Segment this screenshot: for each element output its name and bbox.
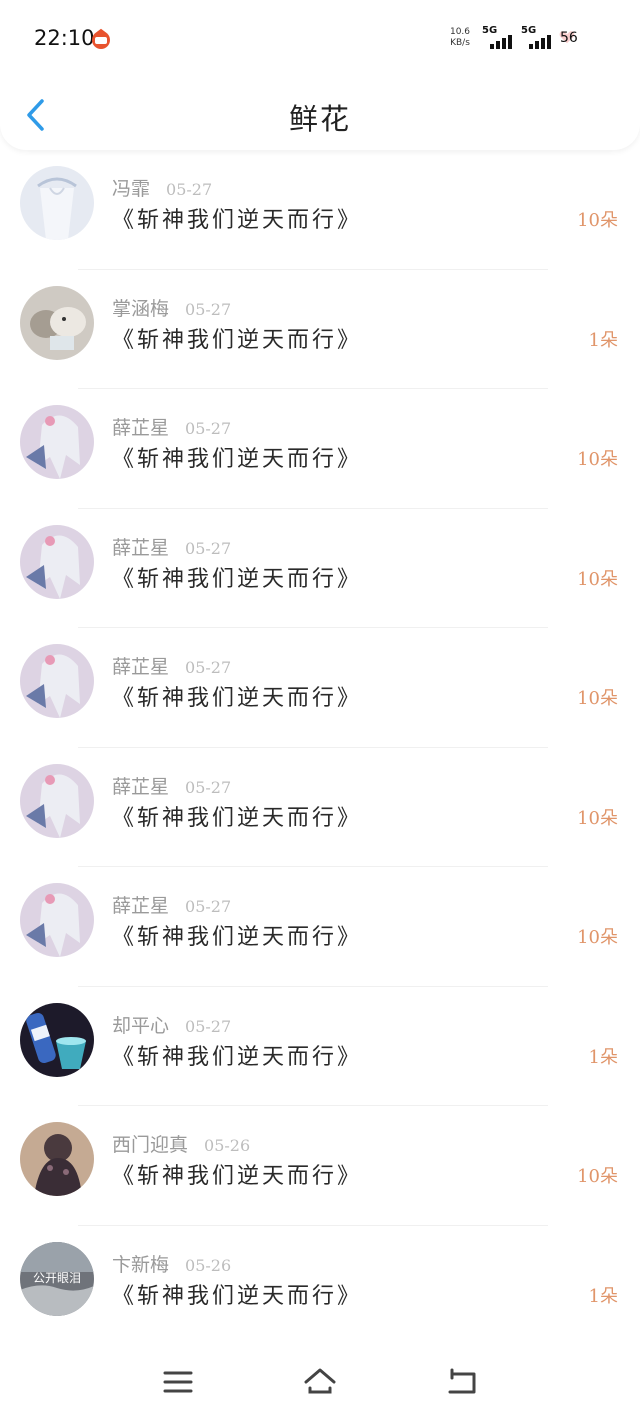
avatar: 公开眼泪 xyxy=(20,1241,94,1316)
book-title: 《斩神我们逆天而行》 xyxy=(112,1044,363,1070)
flower-amount: 1朵 xyxy=(588,1046,618,1068)
network-speed: 10.6 KB/s xyxy=(446,27,474,49)
sender-name: 卞新梅 05-26 xyxy=(112,1250,231,1277)
system-navigation-bar xyxy=(0,1340,640,1422)
avatar xyxy=(20,1122,94,1196)
gift-date: 05-27 xyxy=(185,299,232,319)
list-item[interactable]: 却平心 05-27 《斩神我们逆天而行》 1朵 xyxy=(0,987,640,1106)
avatar xyxy=(20,405,94,479)
network-speed-unit: KB/s xyxy=(450,38,470,48)
flower-amount: 10朵 xyxy=(577,1166,618,1187)
flower-amount: 1朵 xyxy=(588,1285,618,1307)
system-back-button[interactable] xyxy=(444,1364,480,1400)
list-item[interactable]: 薛芷星 05-27 《斩神我们逆天而行》 10朵 xyxy=(0,389,640,509)
gift-date: 05-26 xyxy=(185,1255,232,1275)
list-item[interactable]: 薛芷星 05-27 《斩神我们逆天而行》 10朵 xyxy=(0,628,640,748)
avatar xyxy=(20,763,94,838)
list-item[interactable]: 薛芷星 05-27 《斩神我们逆天而行》 10朵 xyxy=(0,748,640,867)
gift-date: 05-27 xyxy=(166,180,213,199)
sender-name-text: 薛芷星 xyxy=(112,775,170,798)
sender-name-text: 薛芷星 xyxy=(112,656,170,678)
book-title: 《斩神我们逆天而行》 xyxy=(112,686,363,711)
avatar xyxy=(20,166,94,240)
sender-name: 薛芷星 05-27 xyxy=(112,772,231,799)
book-title: 《斩神我们逆天而行》 xyxy=(112,447,363,472)
menu-button[interactable] xyxy=(160,1364,196,1400)
gift-date: 05-27 xyxy=(185,777,232,797)
sender-name: 掌涵梅 05-27 xyxy=(112,294,231,321)
flower-gift-list: 冯霏 05-27 《斩神我们逆天而行》 10朵 掌涵梅 05-27 《斩神我们逆天而… xyxy=(0,150,640,1345)
list-item[interactable]: 掌涵梅 05-27 《斩神我们逆天而行》 1朵 xyxy=(0,270,640,389)
book-title: 《斩神我们逆天而行》 xyxy=(112,1164,363,1189)
sender-name-text: 却平心 xyxy=(112,1014,170,1037)
home-icon xyxy=(304,1368,336,1394)
battery-indicator: 56 xyxy=(559,30,578,46)
book-title: 《斩神我们逆天而行》 xyxy=(112,566,363,592)
app-notification-icon xyxy=(90,28,112,50)
flower-amount: 10朵 xyxy=(577,927,618,948)
header: 22:10 10.6 KB/s 5G 5G 56 鲜花 xyxy=(0,0,640,150)
flower-amount: 1朵 xyxy=(588,329,618,351)
avatar xyxy=(20,524,94,599)
gift-date: 05-27 xyxy=(185,419,232,438)
status-bar: 22:10 10.6 KB/s 5G 5G 56 xyxy=(0,0,640,80)
book-title: 《斩神我们逆天而行》 xyxy=(112,805,363,831)
list-item[interactable]: 薛芷星 05-27 《斩神我们逆天而行》 10朵 xyxy=(0,867,640,987)
sender-name: 薛芷星 05-27 xyxy=(112,533,231,560)
gift-date: 05-27 xyxy=(185,538,232,558)
navigation-bar: 鲜花 xyxy=(0,80,640,150)
sender-name-text: 薛芷星 xyxy=(112,536,170,559)
flower-amount: 10朵 xyxy=(577,807,618,829)
list-item[interactable]: 冯霏 05-27 《斩神我们逆天而行》 10朵 xyxy=(0,150,640,270)
sender-name-text: 冯霏 xyxy=(112,178,151,200)
flower-amount: 10朵 xyxy=(577,688,618,709)
flower-amount: 10朵 xyxy=(577,568,618,590)
sender-name-text: 掌涵梅 xyxy=(112,297,170,320)
avatar xyxy=(20,285,94,360)
book-title: 《斩神我们逆天而行》 xyxy=(112,208,363,233)
status-time: 22:10 xyxy=(34,26,95,50)
sender-name-text: 西门迎真 xyxy=(112,1134,189,1156)
gift-date: 05-27 xyxy=(185,658,232,677)
battery-level: 56 xyxy=(560,30,578,46)
network-speed-value: 10.6 xyxy=(449,27,471,37)
sim2-signal-icon: 5G xyxy=(521,25,557,51)
book-title: 《斩神我们逆天而行》 xyxy=(112,1283,363,1309)
sender-name: 薛芷星 05-27 xyxy=(112,652,231,679)
book-title: 《斩神我们逆天而行》 xyxy=(112,327,363,353)
sender-name-text: 薛芷星 xyxy=(112,417,170,439)
list-item[interactable]: 薛芷星 05-27 《斩神我们逆天而行》 10朵 xyxy=(0,509,640,628)
sender-name-text: 卞新梅 xyxy=(112,1253,170,1276)
avatar xyxy=(20,644,94,718)
sender-name: 西门迎真 05-26 xyxy=(112,1130,250,1157)
sender-name: 薛芷星 05-27 xyxy=(112,413,231,440)
avatar xyxy=(20,1002,94,1077)
gift-date: 05-27 xyxy=(185,897,232,916)
book-title: 《斩神我们逆天而行》 xyxy=(112,925,363,950)
home-button[interactable] xyxy=(302,1364,338,1400)
return-icon xyxy=(448,1368,476,1394)
gift-date: 05-26 xyxy=(204,1136,251,1155)
sender-name: 却平心 05-27 xyxy=(112,1011,231,1038)
sim1-signal-icon: 5G xyxy=(482,25,518,51)
list-item[interactable]: 西门迎真 05-26 《斩神我们逆天而行》 10朵 xyxy=(0,1106,640,1226)
list-item[interactable]: 公开眼泪 卞新梅 05-26 《斩神我们逆天而行》 1朵 xyxy=(0,1226,640,1345)
sender-name-text: 薛芷星 xyxy=(112,895,170,917)
flower-amount: 10朵 xyxy=(577,449,618,470)
sender-name: 冯霏 05-27 xyxy=(112,174,212,201)
sender-name: 薛芷星 05-27 xyxy=(112,891,231,918)
flower-amount: 10朵 xyxy=(577,210,618,231)
gift-date: 05-27 xyxy=(185,1016,232,1036)
menu-icon xyxy=(163,1371,193,1393)
avatar-overlay-text: 公开眼泪 xyxy=(32,1270,81,1285)
page-title: 鲜花 xyxy=(288,102,351,136)
avatar xyxy=(20,883,94,957)
